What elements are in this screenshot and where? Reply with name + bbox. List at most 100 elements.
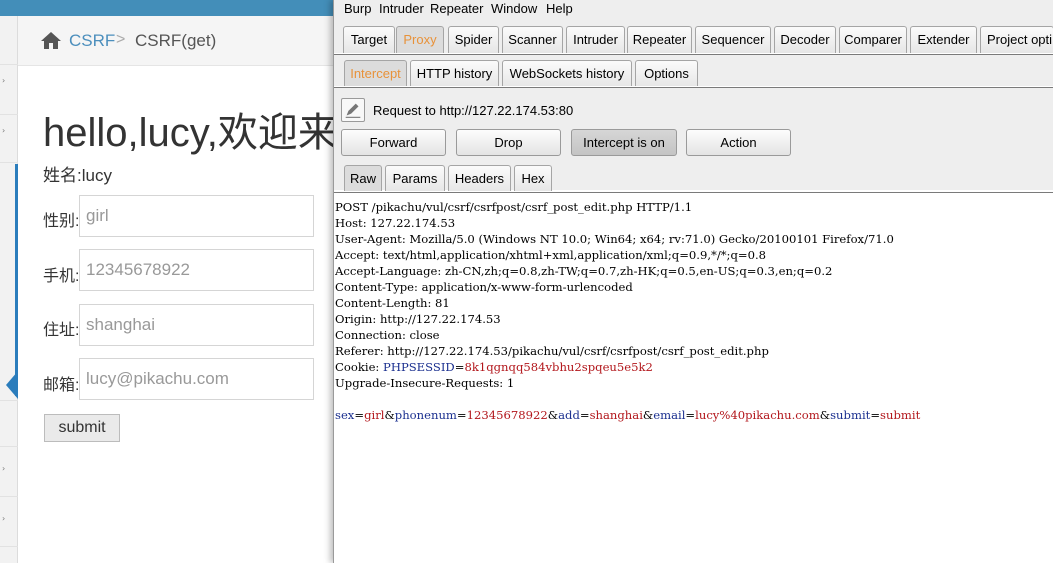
request-line: User-Agent: Mozilla/5.0 (Windows NT 10.0… (335, 232, 894, 246)
sidebar-divider (0, 162, 18, 163)
sidebar-active-indicator (15, 164, 18, 396)
menu-help[interactable]: Help (546, 1, 573, 16)
sidebar-divider (0, 114, 18, 115)
tab-hex[interactable]: Hex (514, 165, 552, 192)
tab-project-options[interactable]: Project opti (980, 26, 1053, 53)
request-line: POST /pikachu/vul/csrf/csrfpost/csrf_pos… (335, 200, 693, 214)
web-sidebar: › › › › (0, 16, 18, 563)
cookie-prefix: Cookie: (335, 360, 384, 374)
param-value: lucy%40pikachu.com (695, 408, 820, 422)
menu-repeater[interactable]: Repeater (430, 1, 483, 16)
tab-headers[interactable]: Headers (448, 165, 511, 192)
drop-button[interactable]: Drop (456, 129, 561, 156)
tab-scanner[interactable]: Scanner (502, 26, 563, 53)
tab-spider[interactable]: Spider (448, 26, 499, 53)
tab-decoder[interactable]: Decoder (774, 26, 836, 53)
breadcrumb-current: CSRF(get) (135, 31, 217, 50)
tab-options[interactable]: Options (635, 60, 698, 87)
request-line: Accept-Language: zh-CN,zh;q=0.8,zh-TW;q=… (335, 264, 833, 278)
phone-field[interactable]: 12345678922 (79, 249, 314, 291)
intercept-toggle-button[interactable]: Intercept is on (571, 129, 677, 156)
request-body-line: sex=girl&phonenum=12345678922&add=shangh… (335, 408, 921, 422)
param-key: phonenum (394, 408, 457, 422)
tab-params[interactable]: Params (385, 165, 445, 192)
forward-button[interactable]: Forward (341, 129, 446, 156)
tab-websockets-history[interactable]: WebSockets history (502, 60, 632, 87)
tab-target[interactable]: Target (343, 26, 395, 53)
tab-raw[interactable]: Raw (344, 165, 382, 192)
param-value: shanghai (589, 408, 643, 422)
tab-intercept[interactable]: Intercept (344, 60, 407, 87)
menu-bar: Burp Intruder Repeater Window Help (334, 0, 1053, 20)
request-line: Content-Length: 81 (335, 296, 450, 310)
param-key: submit (830, 408, 871, 422)
tab-comparer[interactable]: Comparer (839, 26, 907, 53)
menu-burp[interactable]: Burp (344, 1, 371, 16)
param-separator: & (384, 408, 395, 422)
page-title: hello,lucy,欢迎来 (43, 111, 338, 155)
pikachu-web-page: › › › › CSRF > CSRF(get) hello,lucy,欢迎来 … (0, 0, 340, 563)
menu-window[interactable]: Window (491, 1, 537, 16)
sidebar-active-arrow-icon (6, 371, 18, 399)
action-button[interactable]: Action (686, 129, 791, 156)
request-line: Referer: http://127.22.174.53/pikachu/vu… (335, 344, 769, 358)
param-key: email (653, 408, 686, 422)
phone-label: 手机: (43, 268, 80, 285)
home-icon[interactable] (40, 31, 62, 50)
cookie-name: PHPSESSID (383, 360, 455, 374)
sidebar-divider (0, 496, 18, 497)
param-key: sex (335, 408, 355, 422)
tab-sequencer[interactable]: Sequencer (695, 26, 771, 53)
web-topbar (0, 0, 340, 16)
request-line: Host: 127.22.174.53 (335, 216, 456, 230)
param-separator: & (819, 408, 831, 422)
name-text: 姓名:lucy (43, 166, 112, 185)
param-separator: & (547, 408, 559, 422)
sidebar-arrow-icon[interactable]: › (2, 126, 5, 135)
sidebar-divider (0, 400, 18, 401)
sidebar-arrow-icon[interactable]: › (2, 76, 5, 85)
request-line: Origin: http://127.22.174.53 (335, 312, 501, 326)
tab-intruder[interactable]: Intruder (566, 26, 625, 53)
breadcrumb-link-csrf[interactable]: CSRF (69, 31, 115, 51)
burp-suite-window: Burp Intruder Repeater Window Help Targe… (333, 0, 1053, 563)
sidebar-divider (0, 446, 18, 447)
sidebar-divider (0, 64, 18, 65)
submit-button[interactable]: submit (44, 414, 120, 442)
cookie-equals: = (454, 360, 465, 374)
param-value: submit (880, 408, 921, 422)
view-tab-divider (334, 191, 1053, 193)
request-line: Upgrade-Insecure-Requests: 1 (335, 376, 515, 390)
proxy-tab-divider (334, 86, 1053, 88)
param-value: 12345678922 (466, 408, 548, 422)
sidebar-arrow-icon[interactable]: › (2, 514, 5, 523)
request-target-text: Request to http://127.22.174.53:80 (373, 103, 574, 118)
raw-request-editor[interactable]: POST /pikachu/vul/csrf/csrfpost/csrf_pos… (334, 196, 1053, 563)
sidebar-divider (0, 546, 18, 547)
param-value: girl (364, 408, 385, 422)
menu-intruder[interactable]: Intruder (379, 1, 424, 16)
edit-pencil-icon[interactable] (341, 98, 365, 122)
screen: › › › › CSRF > CSRF(get) hello,lucy,欢迎来 … (0, 0, 1053, 563)
param-key: add (558, 408, 580, 422)
request-line: Connection: close (335, 328, 440, 342)
tab-http-history[interactable]: HTTP history (410, 60, 499, 87)
breadcrumb-separator: > (116, 31, 126, 48)
gender-field[interactable]: girl (79, 195, 314, 237)
tab-proxy[interactable]: Proxy (396, 26, 444, 53)
breadcrumb: CSRF > CSRF(get) (18, 16, 340, 66)
sidebar-arrow-icon[interactable]: › (2, 464, 5, 473)
cookie-value: 8k1qgnqq584vbhu2spqeu5e5k2 (464, 360, 653, 374)
request-line: Accept: text/html,application/xhtml+xml,… (335, 248, 767, 262)
main-tab-divider (334, 53, 1053, 55)
request-line: Content-Type: application/x-www-form-url… (335, 280, 633, 294)
email-field[interactable]: lucy@pikachu.com (79, 358, 314, 400)
cookie-line: Cookie: PHPSESSID=8k1qgnqq584vbhu2spqeu5… (335, 359, 1053, 375)
address-label: 住址: (43, 322, 80, 339)
param-separator: & (642, 408, 654, 422)
email-label: 邮箱: (43, 377, 80, 394)
tab-extender[interactable]: Extender (910, 26, 977, 53)
tab-repeater[interactable]: Repeater (627, 26, 692, 53)
address-field[interactable]: shanghai (79, 304, 314, 346)
